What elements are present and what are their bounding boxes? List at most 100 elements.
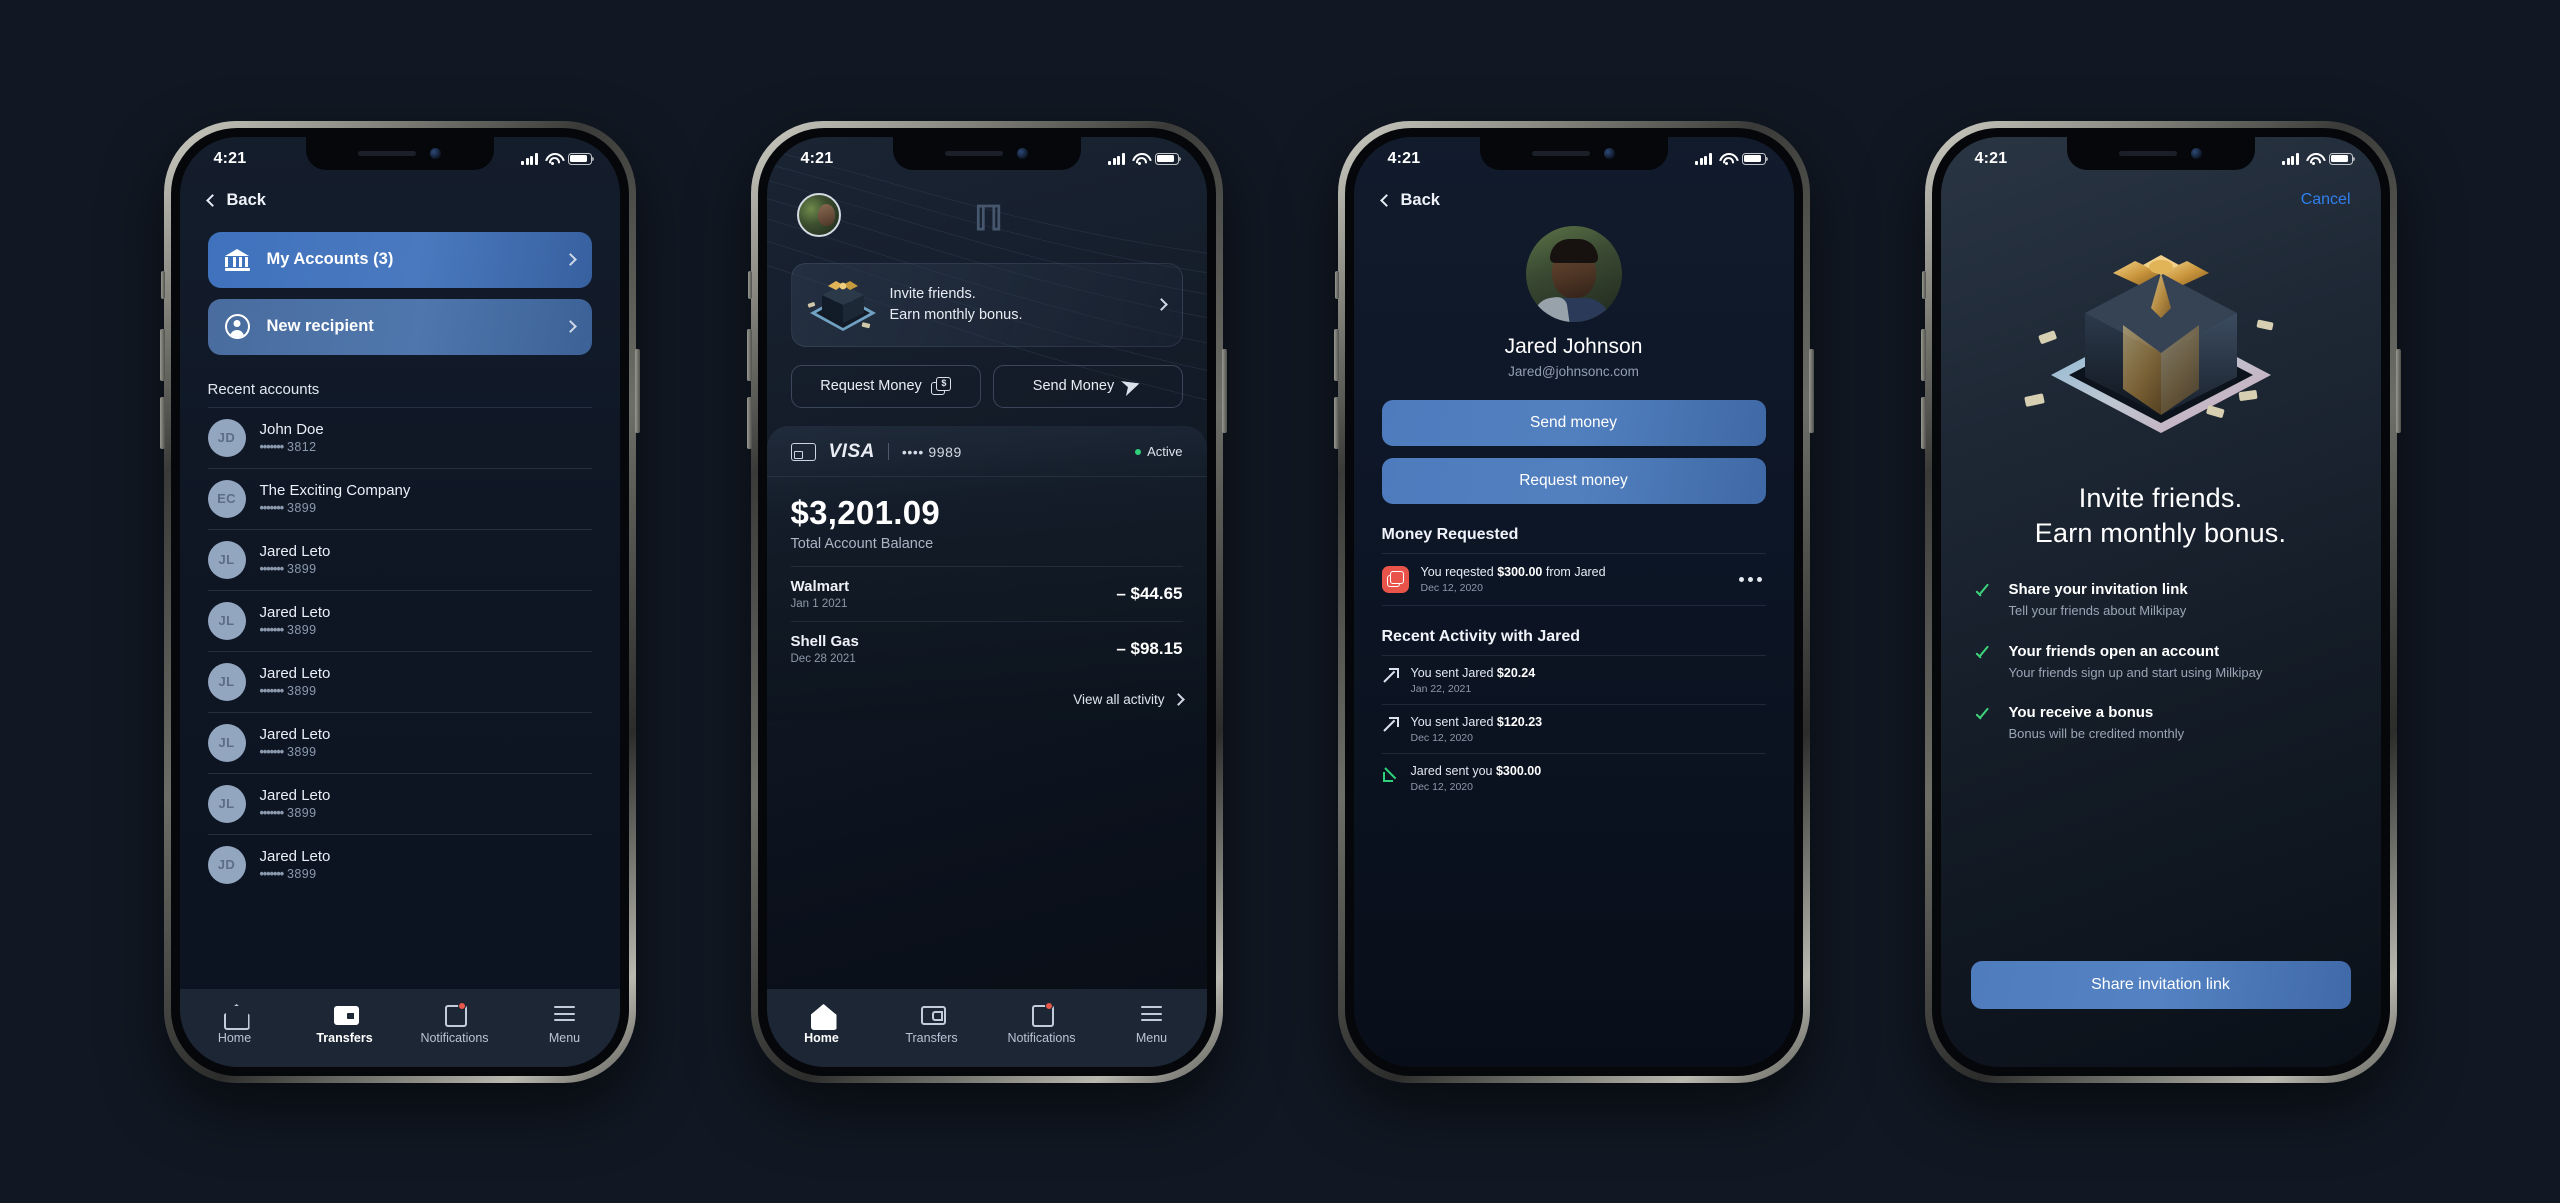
avatar[interactable]: [796, 192, 841, 237]
list-item[interactable]: JD Jared Leto ••••••• 3899: [207, 833, 592, 895]
tab-notifications[interactable]: Notifications: [400, 1002, 510, 1045]
power-button[interactable]: [1221, 348, 1227, 433]
list-item[interactable]: JL Jared Leto ••••••• 3899: [207, 772, 592, 834]
send-money-button[interactable]: Send Money: [992, 364, 1183, 408]
tab-menu[interactable]: Menu: [1097, 1002, 1207, 1045]
volume-down-button[interactable]: [1333, 396, 1339, 449]
battery-icon: [1154, 152, 1181, 165]
mute-switch[interactable]: [1334, 270, 1339, 299]
table-row[interactable]: Walmart Jan 1 2021 – $44.65: [790, 565, 1183, 621]
credit-card-icon: [790, 442, 816, 461]
activity-list: You sent Jared $20.24 Jan 22, 2021 You s…: [1354, 654, 1794, 802]
cellular-signal-icon: [1108, 152, 1125, 165]
tab-menu[interactable]: Menu: [510, 1002, 620, 1045]
earpiece-speaker: [2119, 150, 2177, 156]
view-all-label: View all activity: [1073, 691, 1165, 707]
benefit-title: Your friends open an account: [2008, 642, 2220, 660]
card-header[interactable]: VISA •••• 9989 Active: [766, 426, 1207, 477]
account-number: ••••••• 3899: [259, 866, 317, 881]
notch: [2066, 136, 2255, 170]
screen-transfers: 4:21 Back My Accounts (3) New recipient …: [179, 136, 620, 1067]
back-button[interactable]: Back: [180, 181, 620, 210]
status-icons: [2282, 152, 2355, 165]
balance-label: Total Account Balance: [790, 535, 934, 552]
avatar: JD: [207, 418, 246, 457]
tab-transfers[interactable]: Transfers: [290, 1002, 400, 1045]
notifications-icon: [1030, 1002, 1054, 1027]
avatar: JL: [207, 540, 246, 579]
send-money-button[interactable]: Send money: [1381, 399, 1766, 446]
list-item[interactable]: JL Jared Leto ••••••• 3899: [207, 650, 592, 712]
divider: [887, 443, 889, 460]
request-money-button[interactable]: Request Money $: [790, 364, 981, 408]
page-title: Invite friends. Earn monthly bonus.: [1941, 475, 2381, 551]
list-item[interactable]: You sent Jared $20.24 Jan 22, 2021: [1381, 654, 1766, 704]
volume-up-button[interactable]: [746, 328, 752, 381]
activity-date: Dec 12, 2020: [1410, 780, 1473, 793]
share-invitation-link-button[interactable]: Share invitation link: [1970, 960, 2351, 1009]
transaction-name: Shell Gas: [790, 632, 859, 650]
list-item[interactable]: JL Jared Leto ••••••• 3899: [207, 528, 592, 590]
list-item[interactable]: You sent Jared $120.23 Dec 12, 2020: [1381, 703, 1766, 753]
volume-up-button[interactable]: [1333, 328, 1339, 381]
front-camera: [1017, 147, 1028, 159]
tab-home[interactable]: Home: [767, 1002, 877, 1045]
screen-home: 4:21 ℿ Invite friends. Earn monthly bonu…: [766, 136, 1207, 1067]
request-money-button[interactable]: Request money: [1381, 457, 1766, 504]
power-button[interactable]: [1808, 348, 1814, 433]
quick-actions: Request Money $ Send Money: [767, 347, 1207, 408]
volume-up-button[interactable]: [1920, 328, 1926, 381]
avatar: [1525, 225, 1622, 322]
tab-label: Home: [804, 1031, 839, 1045]
volume-down-button[interactable]: [159, 396, 165, 449]
recent-accounts-title: Recent accounts: [207, 380, 320, 398]
invite-friends-card[interactable]: Invite friends. Earn monthly bonus.: [790, 262, 1183, 347]
wifi-icon: [1132, 153, 1148, 165]
arrow-up-right-icon: [1382, 716, 1400, 734]
activity-description: Jared sent you $300.00: [1410, 763, 1542, 778]
list-item[interactable]: JL Jared Leto ••••••• 3899: [207, 589, 592, 651]
avatar: JL: [207, 662, 246, 701]
status-badge: Active: [1135, 444, 1183, 459]
volume-down-button[interactable]: [746, 396, 752, 449]
list-item[interactable]: EC The Exciting Company ••••••• 3899: [207, 467, 592, 529]
account-name: John Doe: [259, 421, 324, 439]
tab-transfers[interactable]: Transfers: [877, 1002, 987, 1045]
notification-badge: [1044, 1002, 1053, 1010]
account-number: ••••••• 3812: [259, 439, 317, 454]
more-options-icon[interactable]: [1738, 576, 1766, 582]
list-item[interactable]: You reqested $300.00 from Jared Dec 12, …: [1381, 552, 1766, 606]
table-row[interactable]: Shell Gas Dec 28 2021 – $98.15: [790, 620, 1183, 676]
power-button[interactable]: [2395, 348, 2401, 433]
mute-switch[interactable]: [747, 270, 752, 299]
avatar: JL: [207, 784, 246, 823]
tab-home[interactable]: Home: [180, 1002, 290, 1045]
status-time: 4:21: [213, 149, 247, 167]
mute-switch[interactable]: [1921, 270, 1926, 299]
tab-notifications[interactable]: Notifications: [987, 1002, 1097, 1045]
list-item[interactable]: JD John Doe ••••••• 3812: [207, 406, 592, 468]
invite-body: Cancel Invite friends. Earn monthly bonu…: [1941, 181, 2381, 1067]
power-button[interactable]: [634, 348, 640, 433]
notifications-icon: [443, 1002, 467, 1027]
back-button[interactable]: Back: [1354, 181, 1794, 210]
list-item[interactable]: Jared sent you $300.00 Dec 12, 2020: [1381, 752, 1766, 802]
my-accounts-button[interactable]: My Accounts (3): [207, 231, 592, 288]
wallet-icon: [333, 1002, 359, 1025]
account-name: Jared Leto: [259, 787, 331, 805]
mute-switch[interactable]: [160, 270, 165, 299]
view-all-activity-button[interactable]: View all activity: [767, 676, 1207, 707]
volume-up-button[interactable]: [159, 328, 165, 381]
volume-down-button[interactable]: [1920, 396, 1926, 449]
list-item[interactable]: JL Jared Leto ••••••• 3899: [207, 711, 592, 773]
chevron-right-icon: [563, 253, 577, 266]
invite-card-text: Invite friends. Earn monthly bonus.: [890, 284, 1151, 325]
account-name: Jared Leto: [259, 848, 331, 866]
tab-bar: Home Transfers Notifications Menu: [179, 988, 620, 1067]
notch: [1479, 136, 1668, 170]
new-recipient-button[interactable]: New recipient: [207, 298, 592, 355]
send-money-icon: [1123, 377, 1142, 395]
earpiece-speaker: [1532, 150, 1590, 156]
front-camera: [1604, 147, 1615, 159]
card-network-label: VISA: [828, 440, 875, 462]
